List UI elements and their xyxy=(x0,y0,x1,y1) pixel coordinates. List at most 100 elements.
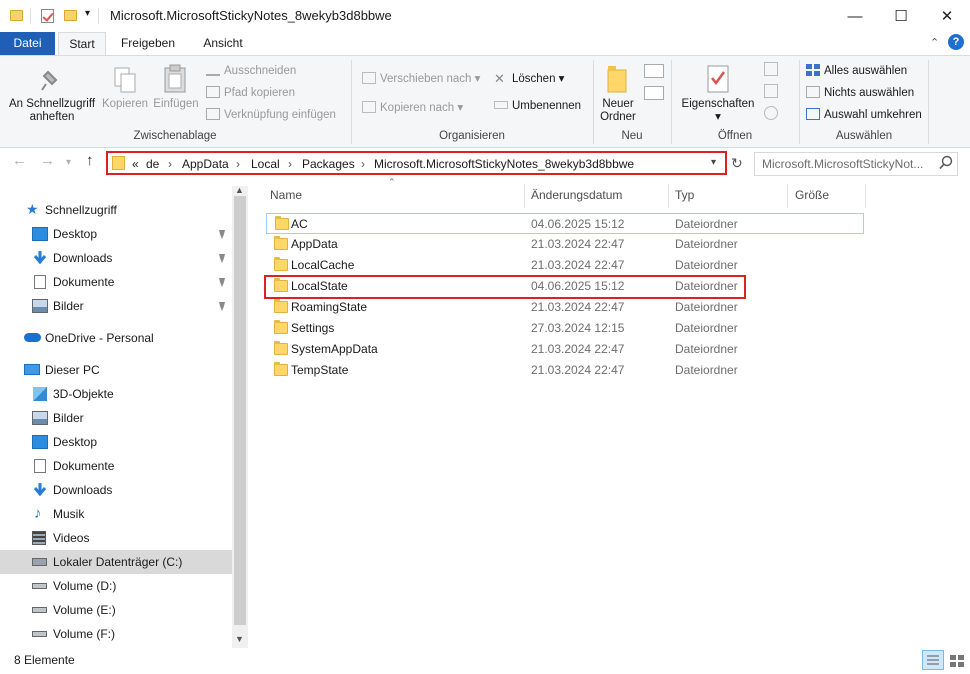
maximize-button[interactable]: ☐ xyxy=(878,0,924,32)
cut-button[interactable]: Ausschneiden xyxy=(206,64,296,77)
nav-music[interactable]: ♪ Musik xyxy=(0,502,232,526)
properties-button[interactable]: Eigenschaften ▾ xyxy=(674,98,762,124)
breadcrumb-separator[interactable]: › xyxy=(236,157,240,171)
nav-this-pc[interactable]: Dieser PC xyxy=(0,358,232,382)
pin-quick-access-button[interactable]: An Schnellzugriff anheften xyxy=(5,98,99,124)
file-row[interactable]: AppData 21.03.2024 22:47 Dateiordner xyxy=(266,234,864,255)
file-row[interactable]: SystemAppData 21.03.2024 22:47 Dateiordn… xyxy=(266,339,864,360)
chevron-down-icon[interactable]: ▾ xyxy=(711,157,716,168)
nav-documents[interactable]: Dokumente xyxy=(0,454,232,478)
nav-drive-f[interactable]: Volume (F:) xyxy=(0,622,232,646)
history-icon[interactable] xyxy=(764,106,778,120)
back-button[interactable]: ← xyxy=(12,152,27,169)
nav-scrollbar-thumb[interactable] xyxy=(234,196,246,625)
nav-drive-e[interactable]: Volume (E:) xyxy=(0,598,232,622)
column-divider[interactable] xyxy=(787,184,788,208)
pin-icon[interactable] xyxy=(218,300,226,311)
scroll-up-icon[interactable]: ▲ xyxy=(235,185,244,195)
copy-to-button[interactable]: Kopieren nach ▾ xyxy=(362,100,463,114)
rename-button[interactable]: Umbenennen xyxy=(494,100,581,112)
cube-icon xyxy=(33,387,47,401)
nav-quick-access[interactable]: ★ Schnellzugriff xyxy=(0,198,232,222)
details-view-icon[interactable] xyxy=(922,650,944,670)
customize-quick-access-icon[interactable]: ▾ xyxy=(85,8,90,19)
column-divider[interactable] xyxy=(668,184,669,208)
properties-quick-icon[interactable] xyxy=(41,9,54,23)
column-header-size[interactable]: Größe xyxy=(795,188,829,202)
column-divider[interactable] xyxy=(865,184,866,208)
forward-button[interactable]: → xyxy=(40,152,55,169)
select-none-button[interactable]: Nichts auswählen xyxy=(806,86,914,99)
nav-videos[interactable]: Videos xyxy=(0,526,232,550)
large-icons-view-icon[interactable] xyxy=(947,650,967,670)
search-input[interactable]: Microsoft.MicrosoftStickyNot... xyxy=(754,152,958,176)
nav-onedrive[interactable]: OneDrive - Personal xyxy=(0,326,232,350)
file-row[interactable]: TempState 21.03.2024 22:47 Dateiordner xyxy=(266,360,864,381)
nav-quick-pictures[interactable]: Bilder xyxy=(0,294,232,318)
refresh-icon[interactable]: ↻ xyxy=(731,155,743,172)
new-folder-quick-icon[interactable] xyxy=(64,10,77,21)
help-icon[interactable]: ? xyxy=(948,34,964,50)
column-header-name[interactable]: Name xyxy=(270,188,302,202)
column-header-date[interactable]: Änderungsdatum xyxy=(531,188,622,202)
copy-path-button[interactable]: Pfad kopieren xyxy=(206,86,295,99)
tab-start[interactable]: Start xyxy=(58,32,106,55)
tab-datei[interactable]: Datei xyxy=(0,32,55,55)
breadcrumb-separator[interactable]: › xyxy=(361,157,365,171)
minimize-button[interactable]: — xyxy=(832,0,878,32)
divider xyxy=(98,8,99,24)
nav-3d-objects[interactable]: 3D-Objekte xyxy=(0,382,232,406)
nav-drive-d[interactable]: Volume (D:) xyxy=(0,574,232,598)
nav-desktop[interactable]: Desktop xyxy=(0,430,232,454)
nav-pictures[interactable]: Bilder xyxy=(0,406,232,430)
move-to-button[interactable]: Verschieben nach ▾ xyxy=(362,71,480,85)
breadcrumb-current[interactable]: Microsoft.MicrosoftStickyNotes_8wekyb3d8… xyxy=(374,157,634,171)
column-divider[interactable] xyxy=(524,184,525,208)
delete-icon: ✕ xyxy=(494,71,505,86)
tab-ansicht[interactable]: Ansicht xyxy=(190,32,256,55)
close-button[interactable]: ✕ xyxy=(924,0,970,32)
edit-icon[interactable] xyxy=(764,84,778,98)
new-folder-button[interactable]: Neuer Ordner xyxy=(594,98,642,124)
nav-quick-desktop[interactable]: Desktop xyxy=(0,222,232,246)
select-all-button[interactable]: Alles auswählen xyxy=(806,64,907,77)
breadcrumb-appdata[interactable]: AppData xyxy=(182,157,229,171)
paste-button[interactable]: Einfügen xyxy=(151,98,201,111)
pin-icon[interactable] xyxy=(218,252,226,263)
file-row[interactable]: LocalCache 21.03.2024 22:47 Dateiordner xyxy=(266,255,864,276)
breadcrumb-local[interactable]: Local xyxy=(251,157,280,171)
address-bar[interactable]: « de › AppData › Local › Packages › Micr… xyxy=(106,151,727,175)
pin-icon[interactable] xyxy=(218,228,226,239)
invert-selection-button[interactable]: Auswahl umkehren xyxy=(806,108,922,121)
nav-downloads[interactable]: Downloads xyxy=(0,478,232,502)
delete-button[interactable]: ✕ Löschen ▾ xyxy=(494,71,564,86)
open-icon[interactable] xyxy=(764,62,778,76)
file-row[interactable]: RoamingState 21.03.2024 22:47 Dateiordne… xyxy=(266,297,864,318)
breadcrumb-de[interactable]: de xyxy=(146,157,159,171)
up-button[interactable]: ↑ xyxy=(86,152,94,169)
nav-quick-downloads[interactable]: Downloads xyxy=(0,246,232,270)
breadcrumb-packages[interactable]: Packages xyxy=(302,157,355,171)
drive-icon xyxy=(32,558,47,566)
pin-icon[interactable] xyxy=(218,276,226,287)
paste-shortcut-button[interactable]: Verknüpfung einfügen xyxy=(206,108,336,121)
breadcrumb-overflow[interactable]: « xyxy=(132,157,139,171)
easy-access-icon[interactable] xyxy=(644,86,664,100)
copy-button[interactable]: Kopieren xyxy=(100,98,150,111)
column-header-type[interactable]: Typ xyxy=(675,188,694,202)
tab-freigeben[interactable]: Freigeben xyxy=(112,32,184,55)
chevron-up-icon[interactable]: ⌃ xyxy=(930,36,939,49)
search-placeholder: Microsoft.MicrosoftStickyNot... xyxy=(762,157,924,171)
breadcrumb-separator[interactable]: › xyxy=(168,157,172,171)
file-type: Dateiordner xyxy=(675,342,738,356)
file-row[interactable]: AC 04.06.2025 15:12 Dateiordner xyxy=(266,213,864,234)
nav-drive-c[interactable]: Lokaler Datenträger (C:) xyxy=(0,550,232,574)
new-item-icon[interactable] xyxy=(644,64,664,78)
nav-quick-documents[interactable]: Dokumente xyxy=(0,270,232,294)
file-row[interactable]: Settings 27.03.2024 12:15 Dateiordner xyxy=(266,318,864,339)
recent-locations-icon[interactable]: ▾ xyxy=(66,157,71,168)
breadcrumb-separator[interactable]: › xyxy=(288,157,292,171)
file-list-scrollbar[interactable] xyxy=(953,186,970,648)
scroll-down-icon[interactable]: ▼ xyxy=(235,634,244,644)
folder-icon xyxy=(274,362,288,376)
